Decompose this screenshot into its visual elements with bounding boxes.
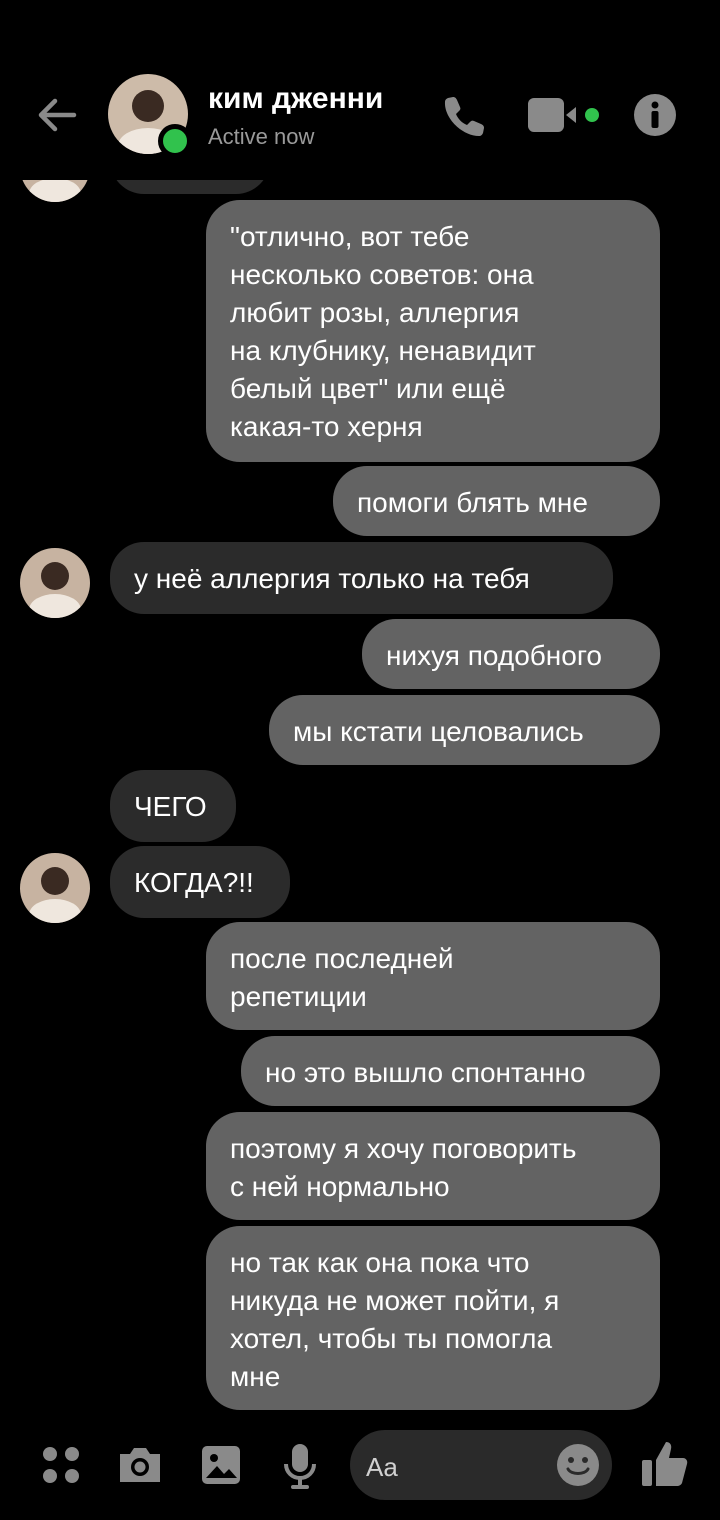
contact-name[interactable]: ким дженни <box>208 82 383 116</box>
message-bubble-outgoing[interactable]: мы кстати целовались <box>269 695 660 765</box>
four-dots-icon[interactable] <box>40 1444 82 1486</box>
message-bubble-outgoing[interactable]: но так как она пока что никуда не может … <box>206 1226 660 1410</box>
emoji-icon[interactable] <box>555 1442 601 1488</box>
chat-header: ким дженни Active now <box>0 0 720 180</box>
back-arrow-icon[interactable] <box>34 92 80 138</box>
message-bubble-outgoing[interactable]: после последней репетиции <box>206 922 660 1030</box>
online-indicator <box>158 124 192 158</box>
thumbs-up-icon[interactable] <box>640 1438 690 1490</box>
message-bubble-outgoing[interactable]: помоги блять мне <box>333 466 660 536</box>
active-status: Active now <box>208 124 315 149</box>
message-bubble-outgoing[interactable]: нихуя подобного <box>362 619 660 689</box>
phone-icon[interactable] <box>440 92 488 140</box>
contact-avatar[interactable] <box>20 548 90 618</box>
composer-bar: Aa <box>0 1430 720 1520</box>
microphone-icon[interactable] <box>282 1442 318 1490</box>
message-bubble-incoming[interactable]: у неё аллергия только на тебя <box>110 542 613 614</box>
message-list[interactable]: "отлично, вот тебе несколько советов: он… <box>0 0 720 1430</box>
message-bubble-incoming[interactable]: ЧЕГО <box>110 770 236 842</box>
video-camera-icon[interactable] <box>528 96 604 134</box>
camera-icon[interactable] <box>116 1444 164 1486</box>
message-bubble-outgoing[interactable]: но это вышло спонтанно <box>241 1036 660 1106</box>
info-icon[interactable] <box>632 92 678 138</box>
contact-avatar[interactable] <box>20 853 90 923</box>
message-bubble-outgoing[interactable]: "отлично, вот тебе несколько советов: он… <box>206 200 660 462</box>
image-icon[interactable] <box>200 1444 242 1486</box>
message-bubble-outgoing[interactable]: поэтому я хочу поговорить с ней нормальн… <box>206 1112 660 1220</box>
message-bubble-incoming[interactable]: КОГДА?!! <box>110 846 290 918</box>
message-input-placeholder[interactable]: Aa <box>366 1452 398 1483</box>
